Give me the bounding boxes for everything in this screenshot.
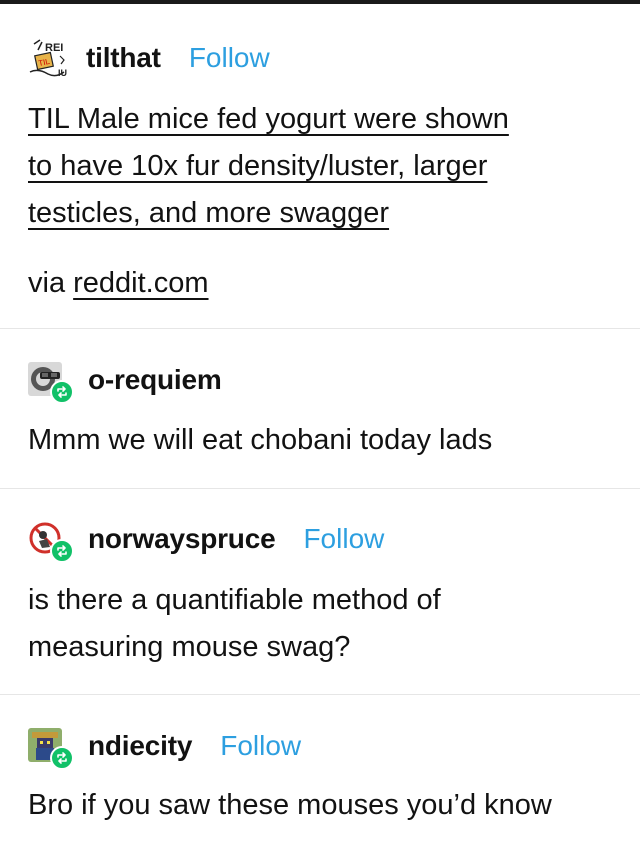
reblog-text-line: Mmm we will eat chobani today lads [28, 424, 493, 456]
reblog-icon [50, 380, 74, 404]
til-logo-icon: REI TIL IU [28, 38, 70, 78]
reblog-text-line: is there a quantifiable method of [28, 584, 441, 616]
post-title-line: testicles, and more swagger [28, 197, 390, 229]
username[interactable]: tilthat [86, 42, 161, 74]
reblog-header-ndiecity: ndiecity Follow [28, 726, 301, 770]
post-title-line: to have 10x fur density/luster, larger [28, 150, 488, 182]
divider [0, 488, 640, 489]
post-title-line: TIL Male mice fed yogurt were shown [28, 103, 509, 135]
reblog-text: Mmm we will eat chobani today lads [28, 417, 492, 464]
reblog-header-norwayspruce: norwayspruce Follow [28, 519, 384, 563]
reblog-text-line: Bro if you saw these mouses you’d know [28, 789, 552, 821]
reblog-text-line: measuring mouse swag? [28, 631, 351, 663]
post-title[interactable]: TIL Male mice fed yogurt were shown to h… [28, 96, 509, 237]
reblog-icon [50, 746, 74, 770]
username[interactable]: o-requiem [88, 364, 222, 396]
avatar[interactable]: REI TIL IU [28, 38, 74, 78]
username[interactable]: ndiecity [88, 730, 192, 762]
avatar[interactable] [28, 519, 74, 563]
reblog-text: is there a quantifiable method of measur… [28, 577, 441, 671]
follow-button[interactable]: Follow [189, 42, 270, 74]
svg-text:IU: IU [58, 68, 67, 78]
follow-button[interactable]: Follow [220, 730, 301, 762]
reblog-icon [50, 539, 74, 563]
avatar[interactable] [28, 726, 74, 770]
avatar[interactable] [28, 360, 74, 404]
post-header-tilthat: REI TIL IU tilthat Follow [28, 38, 270, 78]
svg-text:REI: REI [45, 42, 63, 54]
follow-button[interactable]: Follow [303, 523, 384, 555]
reblog-text: Bro if you saw these mouses you’d know [28, 782, 552, 829]
username[interactable]: norwayspruce [88, 523, 276, 555]
source-link[interactable]: reddit.com [73, 267, 208, 299]
source-line: via reddit.com [28, 260, 209, 307]
divider [0, 328, 640, 329]
reblog-header-o-requiem: o-requiem [28, 360, 222, 404]
divider [0, 694, 640, 695]
via-label: via [28, 267, 74, 299]
top-bar [0, 0, 640, 4]
